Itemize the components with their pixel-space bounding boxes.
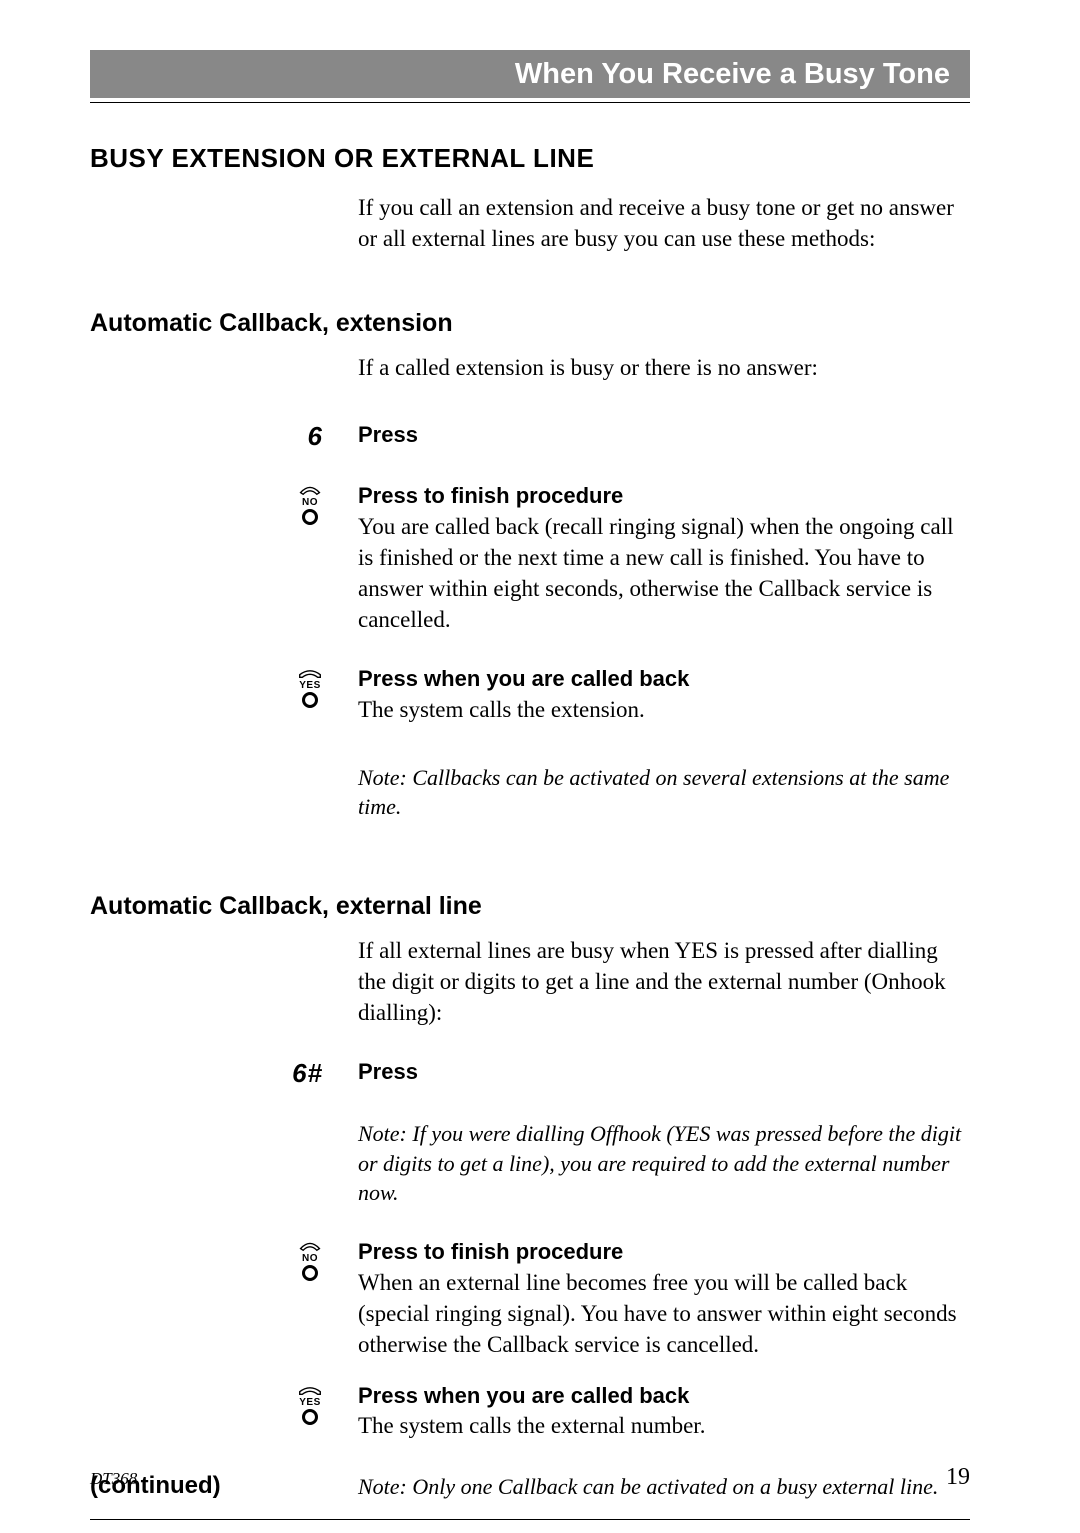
dial-key: 6 xyxy=(308,421,323,452)
step-body: When an external line becomes free you w… xyxy=(358,1267,970,1360)
page-number: 19 xyxy=(946,1464,970,1491)
button-circle-icon xyxy=(302,509,318,525)
icon-text: YES xyxy=(299,680,321,691)
action-label: Press xyxy=(358,421,970,450)
icon-text: NO xyxy=(302,497,318,508)
chapter-title: When You Receive a Busy Tone xyxy=(515,58,950,91)
action-label: Press when you are called back xyxy=(358,1382,970,1411)
step-body: The system calls the extension. xyxy=(358,694,970,725)
button-circle-icon xyxy=(302,692,318,708)
step-body: The system calls the external number. xyxy=(358,1410,970,1441)
yes-key-icon: YES xyxy=(297,1382,323,1425)
action-label: Press xyxy=(358,1058,970,1087)
handset-down-icon xyxy=(297,484,323,496)
action-label: Press to finish procedure xyxy=(358,1238,970,1267)
note-text: Note: If you were dialling Offhook (YES … xyxy=(358,1119,970,1208)
divider xyxy=(90,1519,970,1520)
icon-text: YES xyxy=(299,1397,321,1408)
section-intro: If all external lines are busy when YES … xyxy=(358,935,970,1028)
icon-text: NO xyxy=(302,1253,318,1264)
page-footer: DT368 19 xyxy=(0,1452,1080,1491)
no-key-icon: NO xyxy=(297,1238,323,1281)
section-heading: Automatic Callback, extension xyxy=(90,309,970,338)
handset-up-icon xyxy=(297,667,323,679)
note-text: Note: Callbacks can be activated on seve… xyxy=(358,763,970,822)
section-intro: If a called extension is busy or there i… xyxy=(358,352,970,383)
step-body: You are called back (recall ringing sign… xyxy=(358,511,970,635)
button-circle-icon xyxy=(302,1409,318,1425)
handset-up-icon xyxy=(297,1384,323,1396)
section-intro: If you call an extension and receive a b… xyxy=(358,192,970,254)
handset-down-icon xyxy=(297,1240,323,1252)
action-label: Press to finish procedure xyxy=(358,482,970,511)
divider xyxy=(90,102,970,103)
chapter-header-bar: When You Receive a Busy Tone xyxy=(90,50,970,98)
yes-key-icon: YES xyxy=(297,665,323,708)
footer-model: DT368 xyxy=(90,1469,137,1489)
dial-key: 6# xyxy=(292,1058,323,1089)
button-circle-icon xyxy=(302,1265,318,1281)
section-heading: BUSY EXTENSION OR EXTERNAL LINE xyxy=(90,143,970,174)
section-heading: Automatic Callback, external line xyxy=(90,892,970,921)
no-key-icon: NO xyxy=(297,482,323,525)
action-label: Press when you are called back xyxy=(358,665,970,694)
